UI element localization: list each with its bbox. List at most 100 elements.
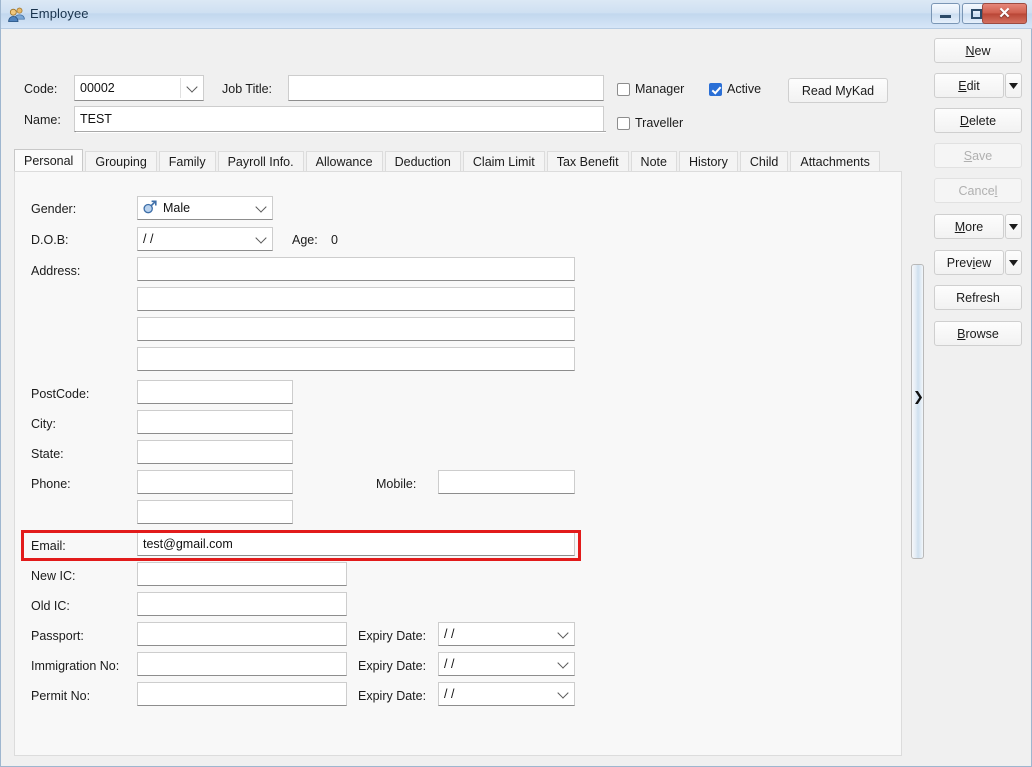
permit-expiry-combo[interactable]: / / <box>438 682 575 706</box>
dob-value: / / <box>143 232 154 246</box>
tab-deduction[interactable]: Deduction <box>384 151 461 172</box>
mobile-input[interactable] <box>438 470 575 494</box>
edit-button[interactable]: Edit <box>934 73 1004 98</box>
preview-button[interactable]: Preview <box>934 250 1004 275</box>
phone-input[interactable] <box>137 470 293 494</box>
immigration-expiry-label: Expiry Date: <box>358 659 427 673</box>
read-mykad-button[interactable]: Read MyKad <box>788 78 888 103</box>
active-checkbox[interactable]: Active <box>709 82 761 96</box>
delete-button[interactable]: Delete <box>934 108 1022 133</box>
dob-date-combo[interactable]: / / <box>137 227 273 251</box>
traveller-checkbox[interactable]: Traveller <box>617 116 683 130</box>
close-icon[interactable]: ✕ <box>982 3 1027 24</box>
passport-expiry-value: / / <box>444 627 455 641</box>
traveller-label: Traveller <box>635 116 684 130</box>
chevron-down-icon <box>557 627 569 639</box>
expand-panel-arrow-icon[interactable]: ❯ <box>913 391 924 404</box>
job-title-input[interactable] <box>288 75 604 101</box>
chevron-down-icon <box>1009 82 1018 89</box>
browse-button[interactable]: Browse <box>934 321 1022 346</box>
passport-label: Passport: <box>31 629 84 643</box>
old-ic-input[interactable] <box>137 592 347 616</box>
mobile-label: Mobile: <box>376 477 417 491</box>
more-dropdown-button[interactable] <box>1005 214 1022 239</box>
city-label: City: <box>31 417 56 431</box>
gender-label: Gender: <box>31 202 77 216</box>
immigration-expiry-combo[interactable]: / / <box>438 652 575 676</box>
passport-expiry-combo[interactable]: / / <box>438 622 575 646</box>
tab-claim-limit[interactable]: Claim Limit <box>462 151 545 172</box>
tab-label: Family <box>168 155 206 169</box>
name-input[interactable]: TEST <box>74 106 604 132</box>
save-button[interactable]: Save <box>934 143 1022 168</box>
edit-dropdown-button[interactable] <box>1005 73 1022 98</box>
immigration-input[interactable] <box>137 652 347 676</box>
cancel-button[interactable]: Cancel <box>934 178 1022 203</box>
chevron-down-icon <box>557 687 569 699</box>
tab-tax-benefit[interactable]: Tax Benefit <box>546 151 629 172</box>
tab-attachments[interactable]: Attachments <box>790 151 880 172</box>
manager-label: Manager <box>635 82 685 96</box>
postcode-input[interactable] <box>137 380 293 404</box>
code-combo[interactable]: 00002 <box>74 75 204 101</box>
tab-child[interactable]: Child <box>739 151 789 172</box>
close-glyph: ✕ <box>998 5 1011 22</box>
chevron-down-icon <box>255 232 267 244</box>
male-gender-icon <box>143 200 157 217</box>
tab-label: Allowance <box>315 155 373 169</box>
passport-expiry-label: Expiry Date: <box>358 629 427 643</box>
immigration-label: Immigration No: <box>31 659 120 673</box>
address-line4-input[interactable] <box>137 347 575 371</box>
tab-allowance[interactable]: Allowance <box>305 151 383 172</box>
more-button[interactable]: More <box>934 214 1004 239</box>
preview-dropdown-button[interactable] <box>1005 250 1022 275</box>
old-ic-label: Old IC: <box>31 599 70 613</box>
title-bar: Employee ✕ <box>1 0 1032 29</box>
tab-grouping[interactable]: Grouping <box>85 151 157 172</box>
refresh-button[interactable]: Refresh <box>934 285 1022 310</box>
gender-combo[interactable]: Male <box>137 196 273 220</box>
tab-label: Personal <box>24 154 74 168</box>
code-value: 00002 <box>80 81 115 95</box>
address-line1-input[interactable] <box>137 257 575 281</box>
passport-input[interactable] <box>137 622 347 646</box>
email-input[interactable]: test@gmail.com <box>137 532 575 556</box>
chevron-down-icon <box>255 201 267 213</box>
address-label: Address: <box>31 264 81 278</box>
state-input[interactable] <box>137 440 293 464</box>
tab-label: Claim Limit <box>472 155 535 169</box>
combo-separator <box>180 78 181 98</box>
minimize-icon[interactable] <box>931 3 960 24</box>
chevron-down-icon <box>1009 223 1018 230</box>
permit-expiry-value: / / <box>444 687 455 701</box>
tab-label: Grouping <box>95 155 147 169</box>
new-button[interactable]: New <box>934 38 1022 63</box>
tab-family[interactable]: Family <box>158 151 216 172</box>
age-label: Age: <box>292 233 318 247</box>
tab-payroll-info[interactable]: Payroll Info. <box>217 151 304 172</box>
city-input[interactable] <box>137 410 293 434</box>
permit-label: Permit No: <box>31 689 91 703</box>
header-panel: Code: 00002 Job Title: Name: TEST Manage… <box>1 30 1032 135</box>
tab-strip: Personal Grouping Family Payroll Info. A… <box>14 149 902 172</box>
panel-splitter[interactable] <box>911 264 924 559</box>
address-line3-input[interactable] <box>137 317 575 341</box>
checkbox-box <box>617 116 630 130</box>
name-label: Name: <box>24 113 61 127</box>
window-title: Employee <box>30 6 89 21</box>
manager-checkbox[interactable]: Manager <box>617 82 684 96</box>
new-ic-input[interactable] <box>137 562 347 586</box>
header-divider <box>76 131 606 133</box>
tab-label: Tax Benefit <box>556 155 619 169</box>
personal-tab-panel: Gender: Male D.O.B: / / Age: 0 Address: <box>14 171 902 756</box>
tab-history[interactable]: History <box>678 151 738 172</box>
tab-note[interactable]: Note <box>630 151 677 172</box>
checkbox-box <box>617 82 630 96</box>
employees-icon <box>8 6 25 23</box>
tab-label: Payroll Info. <box>227 155 294 169</box>
tab-personal[interactable]: Personal <box>14 149 84 172</box>
phone-secondary-input[interactable] <box>137 500 293 524</box>
postcode-label: PostCode: <box>31 387 90 401</box>
permit-input[interactable] <box>137 682 347 706</box>
address-line2-input[interactable] <box>137 287 575 311</box>
